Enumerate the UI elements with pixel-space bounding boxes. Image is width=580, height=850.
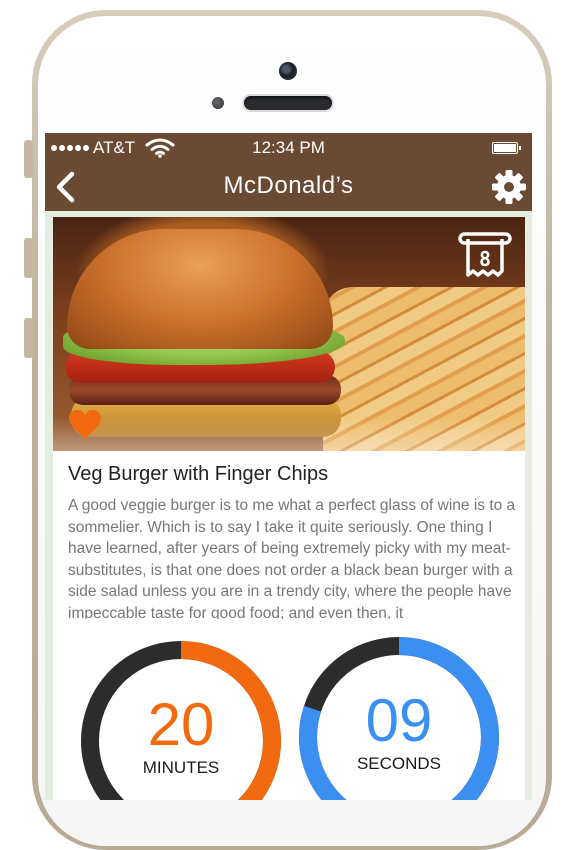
status-time: 12:34 PM bbox=[252, 138, 325, 157]
recipe-title: Veg Burger with Finger Chips bbox=[68, 463, 329, 485]
front-camera bbox=[279, 62, 297, 80]
seconds-label: SECONDS bbox=[356, 754, 442, 773]
receipt-count: 8 bbox=[478, 247, 492, 271]
recipe-card: 8 Veg Burger with Finger Chips A good ve… bbox=[53, 217, 525, 800]
burger-bun bbox=[67, 229, 333, 349]
recipe-description: A good veggie burger is to me what a per… bbox=[68, 497, 516, 619]
proximity-sensor bbox=[212, 97, 224, 109]
navigation-bar: McDonald’s bbox=[45, 161, 532, 211]
seconds-value: 09 bbox=[365, 687, 433, 754]
page-title: McDonald’s bbox=[223, 172, 354, 199]
screen: AT&T 12:34 PM McDonald’s 8 Veg Burger wi… bbox=[45, 133, 532, 800]
status-bar: AT&T 12:34 PM bbox=[45, 133, 532, 161]
photo-shade bbox=[53, 417, 525, 451]
battery-icon bbox=[492, 142, 521, 154]
earpiece-speaker bbox=[244, 96, 332, 110]
gear-icon[interactable] bbox=[491, 169, 527, 205]
seconds-timer: 09 SECONDS bbox=[299, 637, 499, 800]
mute-switch bbox=[24, 140, 33, 178]
minutes-value: 20 bbox=[147, 691, 215, 758]
volume-down-button bbox=[24, 318, 33, 358]
heart-icon[interactable] bbox=[68, 409, 102, 439]
minutes-label: MINUTES bbox=[142, 758, 220, 777]
volume-up-button bbox=[24, 238, 33, 278]
food-photo: 8 bbox=[53, 217, 525, 451]
minutes-timer: 20 MINUTES bbox=[81, 641, 281, 800]
